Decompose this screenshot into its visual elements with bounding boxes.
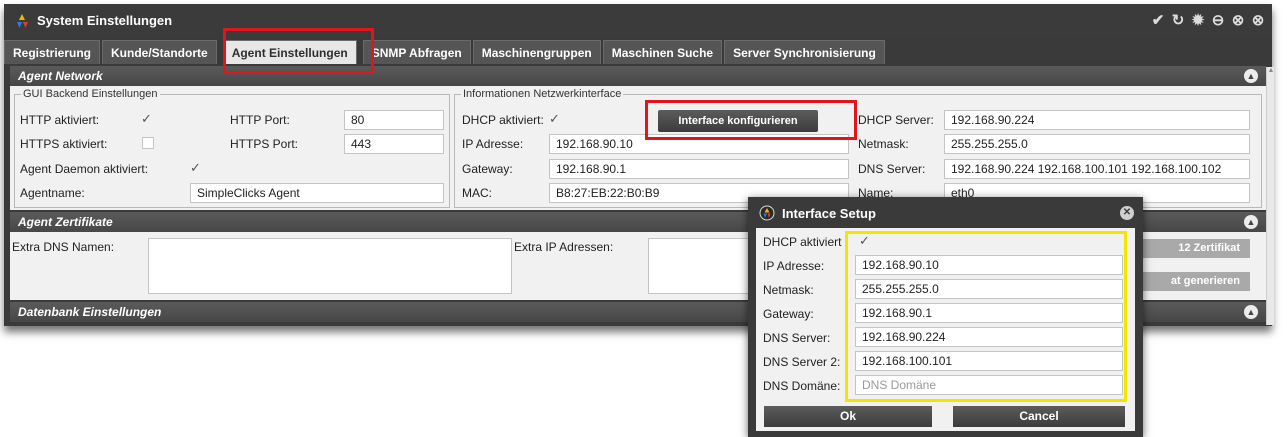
minimize-icon[interactable]: ⊖	[1210, 13, 1226, 29]
https-enabled-label: HTTPS aktiviert:	[20, 137, 108, 151]
mac-label: MAC:	[462, 186, 492, 200]
dialog-dns2-input[interactable]: 192.168.100.101	[855, 351, 1123, 371]
https-port-label: HTTPS Port:	[230, 137, 299, 151]
ip-address-label: IP Adresse:	[462, 137, 524, 151]
dialog-ip-label: IP Adresse:	[763, 259, 825, 273]
tab-kunde-standorte[interactable]: Kunde/Standorte	[102, 40, 217, 64]
interface-configure-button[interactable]: Interface konfigurieren	[658, 110, 818, 132]
dns-server-field: 192.168.90.224 192.168.100.101 192.168.1…	[944, 159, 1250, 179]
dialog-close-icon[interactable]: ✕	[1120, 206, 1134, 220]
netmask-field: 255.255.255.0	[944, 134, 1250, 154]
gateway-field: 192.168.90.1	[549, 159, 849, 179]
dns-server-label: DNS Server:	[858, 162, 926, 176]
zertifikat-generieren-button[interactable]: at generieren	[1130, 272, 1250, 291]
zertifikat-button[interactable]: 12 Zertifikat	[1130, 239, 1250, 258]
section-header-agent-network[interactable]: Agent Network ▲	[10, 66, 1266, 86]
agent-daemon-checkbox[interactable]: ✓	[190, 161, 202, 174]
gui-backend-legend: GUI Backend Einstellungen	[23, 88, 158, 100]
extra-dns-label: Extra DNS Namen:	[12, 240, 115, 254]
dialog-logo-icon	[759, 205, 775, 221]
dialog-gateway-input[interactable]: 192.168.90.1	[855, 303, 1123, 323]
interface-setup-dialog: Interface Setup ✕ DHCP aktiviert ✓ IP Ad…	[748, 197, 1143, 437]
tab-maschinen-suche[interactable]: Maschinen Suche	[602, 40, 723, 64]
check-icon[interactable]: ✔	[1150, 13, 1166, 29]
http-enabled-label: HTTP aktiviert:	[20, 113, 100, 127]
http-enabled-checkbox[interactable]: ✓	[141, 112, 153, 125]
agentname-label: Agentname:	[20, 186, 85, 200]
dialog-dns1-input[interactable]: 192.168.90.224	[855, 327, 1123, 347]
section-title: Agent Network	[18, 69, 103, 83]
http-port-input[interactable]: 80	[344, 110, 444, 130]
netmask-label: Netmask:	[858, 137, 909, 151]
dialog-netmask-input[interactable]: 255.255.255.0	[855, 279, 1123, 299]
section-title: Agent Zertifikate	[18, 215, 113, 229]
dialog-dns1-label: DNS Server:	[763, 331, 831, 345]
dialog-body: DHCP aktiviert ✓ IP Adresse: 192.168.90.…	[756, 228, 1135, 431]
dialog-ip-input[interactable]: 192.168.90.10	[855, 255, 1123, 275]
title-bar: System Einstellungen ✔ ↻ ✹ ⊖ ⊗ ⊗	[4, 4, 1272, 38]
dialog-domain-input[interactable]: DNS Domäne	[855, 375, 1123, 395]
refresh-icon[interactable]: ↻	[1170, 13, 1186, 29]
tab-snmp-abfragen[interactable]: SNMP Abfragen	[362, 40, 471, 64]
dialog-ok-button[interactable]: Ok	[764, 406, 932, 427]
dialog-dhcp-checkbox[interactable]: ✓	[859, 234, 871, 247]
tab-agent-einstellungen[interactable]: Agent Einstellungen	[222, 40, 357, 64]
gateway-label: Gateway:	[462, 162, 513, 176]
collapse-icon[interactable]: ▲	[1244, 69, 1258, 83]
collapse-icon[interactable]: ▲	[1244, 305, 1258, 319]
dialog-cancel-button[interactable]: Cancel	[953, 406, 1125, 427]
tab-registrierung[interactable]: Registrierung	[4, 40, 101, 64]
dialog-title: Interface Setup	[782, 206, 876, 221]
extra-dns-textarea[interactable]	[148, 238, 512, 294]
agent-network-panel: GUI Backend Einstellungen HTTP aktiviert…	[10, 86, 1266, 210]
restore-icon[interactable]: ⊗	[1230, 13, 1246, 29]
tab-maschinengruppen[interactable]: Maschinengruppen	[472, 40, 601, 64]
http-port-label: HTTP Port:	[230, 113, 290, 127]
https-enabled-checkbox[interactable]	[142, 137, 154, 149]
dialog-dhcp-label: DHCP aktiviert	[763, 235, 842, 249]
https-port-input[interactable]: 443	[344, 134, 444, 154]
collapse-icon[interactable]: ▲	[1244, 215, 1258, 229]
dhcp-enabled-label: DHCP aktiviert:	[462, 113, 544, 127]
dhcp-enabled-checkbox: ✓	[549, 111, 560, 126]
tab-server-synchronisierung[interactable]: Server Synchronisierung	[724, 40, 885, 64]
close-icon[interactable]: ⊗	[1250, 13, 1266, 29]
dialog-dns2-label: DNS Server 2:	[763, 355, 841, 369]
ip-address-field: 192.168.90.10	[549, 134, 849, 154]
dialog-domain-label: DNS Domäne:	[763, 379, 841, 393]
dhcp-server-field: 192.168.90.224	[944, 110, 1250, 130]
dialog-netmask-label: Netmask:	[763, 283, 814, 297]
extra-ip-label: Extra IP Adressen:	[514, 240, 614, 254]
window-title: System Einstellungen	[37, 13, 173, 28]
scroll-up-icon[interactable]: ▲	[1267, 67, 1275, 75]
app-logo-icon	[17, 14, 28, 28]
netinfo-legend: Informationen Netzwerkinterface	[463, 88, 622, 100]
vertical-scrollbar[interactable]: ▲	[1266, 67, 1274, 325]
dhcp-server-label: DHCP Server:	[858, 113, 934, 127]
dialog-gateway-label: Gateway:	[763, 307, 814, 321]
agent-daemon-label: Agent Daemon aktiviert:	[20, 162, 149, 176]
section-title: Datenbank Einstellungen	[18, 305, 162, 319]
tab-bar: Registrierung Kunde/Standorte Agent Eins…	[4, 40, 887, 64]
agentname-input[interactable]: SimpleClicks Agent	[190, 183, 444, 203]
settings-icon[interactable]: ✹	[1190, 13, 1206, 29]
